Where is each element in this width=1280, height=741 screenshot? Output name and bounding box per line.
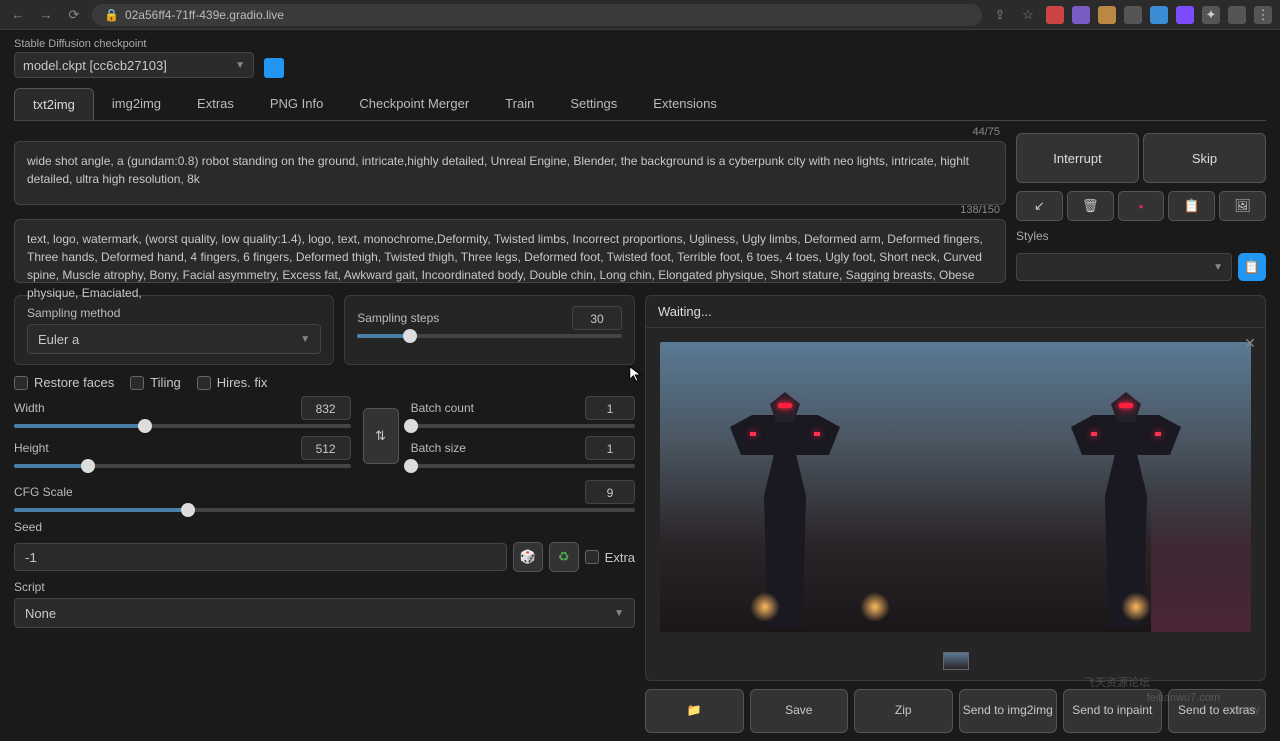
sampling-steps-value[interactable]: 30	[572, 306, 622, 330]
browser-toolbar: ← → ⟳ 🔒 02a56ff4-71ff-439e.gradio.live ⇪…	[0, 0, 1280, 30]
star-icon[interactable]: ☆	[1018, 5, 1038, 25]
height-slider[interactable]	[14, 464, 351, 468]
back-button[interactable]: ←	[8, 5, 28, 25]
clipboard-icon-button[interactable]: 📋	[1168, 191, 1215, 221]
checkpoint-label: Stable Diffusion checkpoint	[14, 38, 254, 50]
prompt-text: wide shot angle, a (gundam:0.8) robot st…	[27, 154, 969, 186]
tabs: txt2img img2img Extras PNG Info Checkpoi…	[14, 88, 1266, 121]
url-text: 02a56ff4-71ff-439e.gradio.live	[125, 8, 284, 22]
seed-extra-label: Extra	[605, 550, 635, 565]
sampling-steps-slider[interactable]	[357, 334, 622, 338]
extensions-icon[interactable]: ✦	[1202, 6, 1220, 24]
thumbnail[interactable]	[943, 652, 969, 670]
checkpoint-select[interactable]: model.ckpt [cc6cb27103] ▼	[14, 52, 254, 78]
reuse-seed-button[interactable]: ♻	[549, 542, 579, 572]
chevron-down-icon: ▼	[300, 334, 310, 345]
output-image[interactable]	[660, 342, 1251, 632]
batch-count-value[interactable]: 1	[585, 396, 635, 420]
save-button[interactable]: Save	[750, 689, 849, 733]
ext-icon[interactable]	[1072, 6, 1090, 24]
share-icon[interactable]: ⇪	[990, 5, 1010, 25]
width-slider[interactable]	[14, 424, 351, 428]
close-icon[interactable]: ✕	[1241, 334, 1259, 352]
width-value[interactable]: 832	[301, 396, 351, 420]
ext-icon[interactable]	[1046, 6, 1064, 24]
sampling-method-value: Euler a	[38, 332, 79, 347]
height-label: Height	[14, 441, 49, 455]
neg-prompt-input[interactable]: text, logo, watermark, (worst quality, l…	[14, 219, 1006, 283]
tab-pnginfo[interactable]: PNG Info	[252, 88, 341, 120]
chevron-down-icon: ▼	[614, 608, 624, 619]
extension-icons: ✦ ⋮	[1046, 6, 1272, 24]
tab-checkpoint-merger[interactable]: Checkpoint Merger	[341, 88, 487, 120]
hires-fix-label: Hires. fix	[217, 375, 268, 390]
cfg-slider[interactable]	[14, 508, 635, 512]
ext-icon[interactable]	[1098, 6, 1116, 24]
ext-icon[interactable]	[1124, 6, 1142, 24]
tab-txt2img[interactable]: txt2img	[14, 88, 94, 120]
height-value[interactable]: 512	[301, 436, 351, 460]
seed-label: Seed	[14, 520, 635, 534]
chevron-down-icon: ▼	[1213, 262, 1223, 273]
interrupt-button[interactable]: Interrupt	[1016, 133, 1139, 183]
sampling-method-select[interactable]: Euler a ▼	[27, 324, 321, 354]
sampling-steps-label: Sampling steps	[357, 311, 439, 325]
sampling-method-label: Sampling method	[27, 306, 321, 320]
image-icon-button[interactable]: 🖼	[1219, 191, 1266, 221]
swap-dimensions-button[interactable]: ⇅	[363, 408, 399, 464]
cfg-label: CFG Scale	[14, 485, 73, 499]
batch-size-slider[interactable]	[411, 464, 635, 468]
restore-faces-label: Restore faces	[34, 375, 114, 390]
script-select[interactable]: None ▼	[14, 598, 635, 628]
batch-count-slider[interactable]	[411, 424, 635, 428]
hires-fix-checkbox[interactable]: Hires. fix	[197, 375, 268, 390]
neg-prompt-text: text, logo, watermark, (worst quality, l…	[27, 232, 983, 300]
tiling-label: Tiling	[150, 375, 181, 390]
trash-icon-button[interactable]: 🗑	[1067, 191, 1114, 221]
chevron-down-icon: ▼	[235, 60, 245, 71]
arrow-icon-button[interactable]: ↙	[1016, 191, 1063, 221]
dot-icon-button[interactable]: •	[1118, 191, 1165, 221]
script-label: Script	[14, 580, 635, 594]
tiling-checkbox[interactable]: Tiling	[130, 375, 181, 390]
skip-button[interactable]: Skip	[1143, 133, 1266, 183]
ext-icon[interactable]	[1150, 6, 1168, 24]
ext-icon[interactable]	[1176, 6, 1194, 24]
prompt-counter: 44/75	[972, 126, 1000, 138]
open-folder-button[interactable]: 📁	[645, 689, 744, 733]
styles-label: Styles	[1016, 229, 1266, 243]
url-bar[interactable]: 🔒 02a56ff4-71ff-439e.gradio.live	[92, 4, 982, 26]
watermark: feitianwu7.com	[1147, 692, 1220, 704]
seed-input[interactable]	[14, 543, 507, 571]
output-status: Waiting...	[646, 296, 1265, 328]
styles-apply-button[interactable]: 📋	[1238, 253, 1266, 281]
random-seed-button[interactable]: 🎲	[513, 542, 543, 572]
tab-extensions[interactable]: Extensions	[635, 88, 735, 120]
prompt-input[interactable]: wide shot angle, a (gundam:0.8) robot st…	[14, 141, 1006, 205]
tab-settings[interactable]: Settings	[552, 88, 635, 120]
watermark: udemy	[1227, 704, 1260, 716]
tab-train[interactable]: Train	[487, 88, 552, 120]
watermark: 飞天资源论坛	[1084, 674, 1150, 690]
batch-count-label: Batch count	[411, 401, 474, 415]
script-value: None	[25, 606, 56, 621]
neg-prompt-counter: 138/150	[960, 204, 1000, 216]
menu-icon[interactable]: ⋮	[1254, 6, 1272, 24]
reload-button[interactable]: ⟳	[64, 5, 84, 25]
batch-size-value[interactable]: 1	[585, 436, 635, 460]
forward-button[interactable]: →	[36, 5, 56, 25]
restore-faces-checkbox[interactable]: Restore faces	[14, 375, 114, 390]
checkpoint-value: model.ckpt [cc6cb27103]	[23, 58, 167, 73]
styles-select[interactable]: ▼	[1016, 253, 1232, 281]
tab-extras[interactable]: Extras	[179, 88, 252, 120]
send-img2img-button[interactable]: Send to img2img	[959, 689, 1058, 733]
batch-size-label: Batch size	[411, 441, 466, 455]
cfg-value[interactable]: 9	[585, 480, 635, 504]
width-label: Width	[14, 401, 45, 415]
zip-button[interactable]: Zip	[854, 689, 953, 733]
refresh-checkpoint-button[interactable]	[264, 58, 284, 78]
tab-img2img[interactable]: img2img	[94, 88, 179, 120]
ext-icon[interactable]	[1228, 6, 1246, 24]
seed-extra-checkbox[interactable]: Extra	[585, 550, 635, 565]
